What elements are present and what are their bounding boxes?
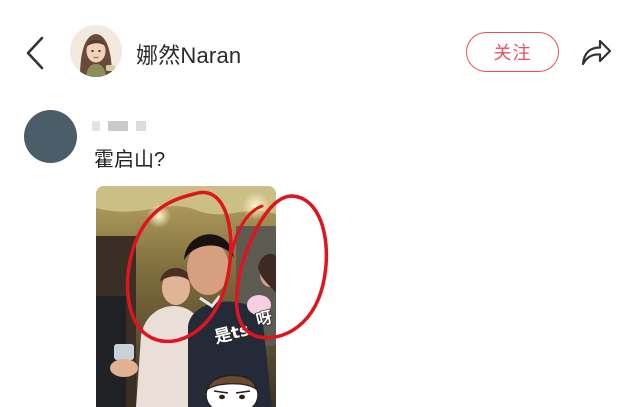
comment-text: 霍启山? — [94, 149, 166, 171]
share-arrow-icon — [581, 39, 612, 66]
author-name[interactable]: 娜然Naran — [136, 38, 241, 70]
follow-button[interactable]: 关注 — [466, 32, 559, 72]
author-avatar[interactable] — [70, 25, 122, 77]
chevron-left-icon — [26, 36, 44, 70]
back-button[interactable] — [22, 34, 54, 72]
comment-image[interactable]: 是ts 呀 — [96, 186, 276, 407]
post-detail-page: 娜然Naran 关注 霍启山? 是ts 呀 — [0, 0, 640, 407]
author-avatar-illustration — [70, 25, 122, 77]
header-bar: 娜然Naran 关注 — [0, 0, 640, 104]
comment-photo: 是ts 呀 — [96, 186, 276, 407]
share-button[interactable] — [578, 34, 614, 70]
commenter-avatar[interactable] — [24, 110, 77, 163]
commenter-name-redacted — [92, 120, 156, 132]
